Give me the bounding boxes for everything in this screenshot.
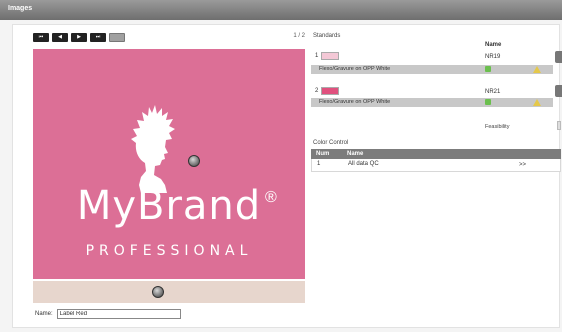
window-title: Images — [8, 5, 33, 12]
standards-title: Standards — [313, 33, 341, 39]
row-num: 1 — [317, 161, 321, 167]
standard-swatch — [321, 52, 339, 60]
name-label: Name: — [35, 311, 53, 317]
brand-tagline-text: PROFESSIONAL — [85, 243, 253, 259]
last-page-button[interactable]: ⏭ — [90, 33, 106, 42]
options-button[interactable] — [109, 33, 125, 42]
next-page-icon: ▶ — [77, 34, 81, 40]
first-page-button[interactable]: ⏮ — [33, 33, 49, 42]
window-title-bar: Images — [0, 0, 562, 20]
warning-icon[interactable] — [533, 66, 541, 73]
standard-row[interactable]: Flexo/Gravure on OPP White — [311, 98, 553, 107]
warning-icon[interactable] — [533, 99, 541, 106]
open-row-link[interactable]: >> — [519, 162, 526, 168]
column-header-num: Num — [316, 151, 330, 157]
standard-substrate: Flexo/Gravure on OPP White — [319, 99, 391, 105]
table-header: Num Name — [311, 149, 561, 159]
secondary-color-strip — [33, 281, 305, 303]
color-control-table: Num Name 1 All data QC >> — [311, 149, 561, 172]
column-header-name: Name — [347, 151, 364, 157]
first-page-icon: ⏮ — [38, 34, 44, 40]
row-name: All data QC — [348, 161, 379, 167]
name-field-row: Name: — [35, 309, 181, 319]
name-input[interactable] — [56, 309, 181, 319]
feasibility-label: Feasibility — [485, 124, 510, 130]
feasibility-indicator — [557, 121, 561, 130]
standard-substrate: Flexo/Gravure on OPP White — [319, 66, 391, 72]
standard-index: 2 — [315, 88, 319, 94]
color-control-title: Color Control — [313, 140, 349, 146]
standard-action-button[interactable] — [555, 85, 562, 97]
standard-index: 1 — [315, 53, 319, 59]
strip-color-pick-marker[interactable] — [152, 286, 164, 298]
last-page-icon: ⏭ — [95, 34, 101, 40]
viewer-navigation: ⏮ ◀ ▶ ⏭ — [33, 33, 125, 43]
standard-action-button[interactable] — [555, 51, 562, 63]
table-row[interactable]: 1 All data QC >> — [311, 159, 561, 172]
prev-page-icon: ◀ — [58, 34, 62, 40]
check-ok-icon[interactable] — [485, 99, 491, 105]
standard-swatch — [321, 87, 339, 95]
page-indicator: 1 / 2 — [293, 33, 305, 39]
registered-mark: ® — [265, 189, 277, 206]
standards-name-header: Name — [485, 42, 502, 48]
image-viewer: ⏮ ◀ ▶ ⏭ 1 / 2 MyBrand ® PROFESSIONAL Nam… — [33, 25, 305, 329]
color-pick-marker[interactable] — [188, 155, 200, 167]
check-ok-icon[interactable] — [485, 66, 491, 72]
prev-page-button[interactable]: ◀ — [52, 33, 68, 42]
standard-row[interactable]: Flexo/Gravure on OPP White — [311, 65, 553, 74]
standards-panel: Standards Name 1 NR19 Flexo/Gravure on O… — [311, 25, 562, 329]
label-preview: MyBrand ® PROFESSIONAL — [33, 49, 305, 279]
standard-name: NR21 — [485, 89, 501, 95]
next-page-button[interactable]: ▶ — [71, 33, 87, 42]
standard-name: NR19 — [485, 54, 501, 60]
images-panel: ⏮ ◀ ▶ ⏭ 1 / 2 MyBrand ® PROFESSIONAL Nam… — [12, 24, 562, 329]
